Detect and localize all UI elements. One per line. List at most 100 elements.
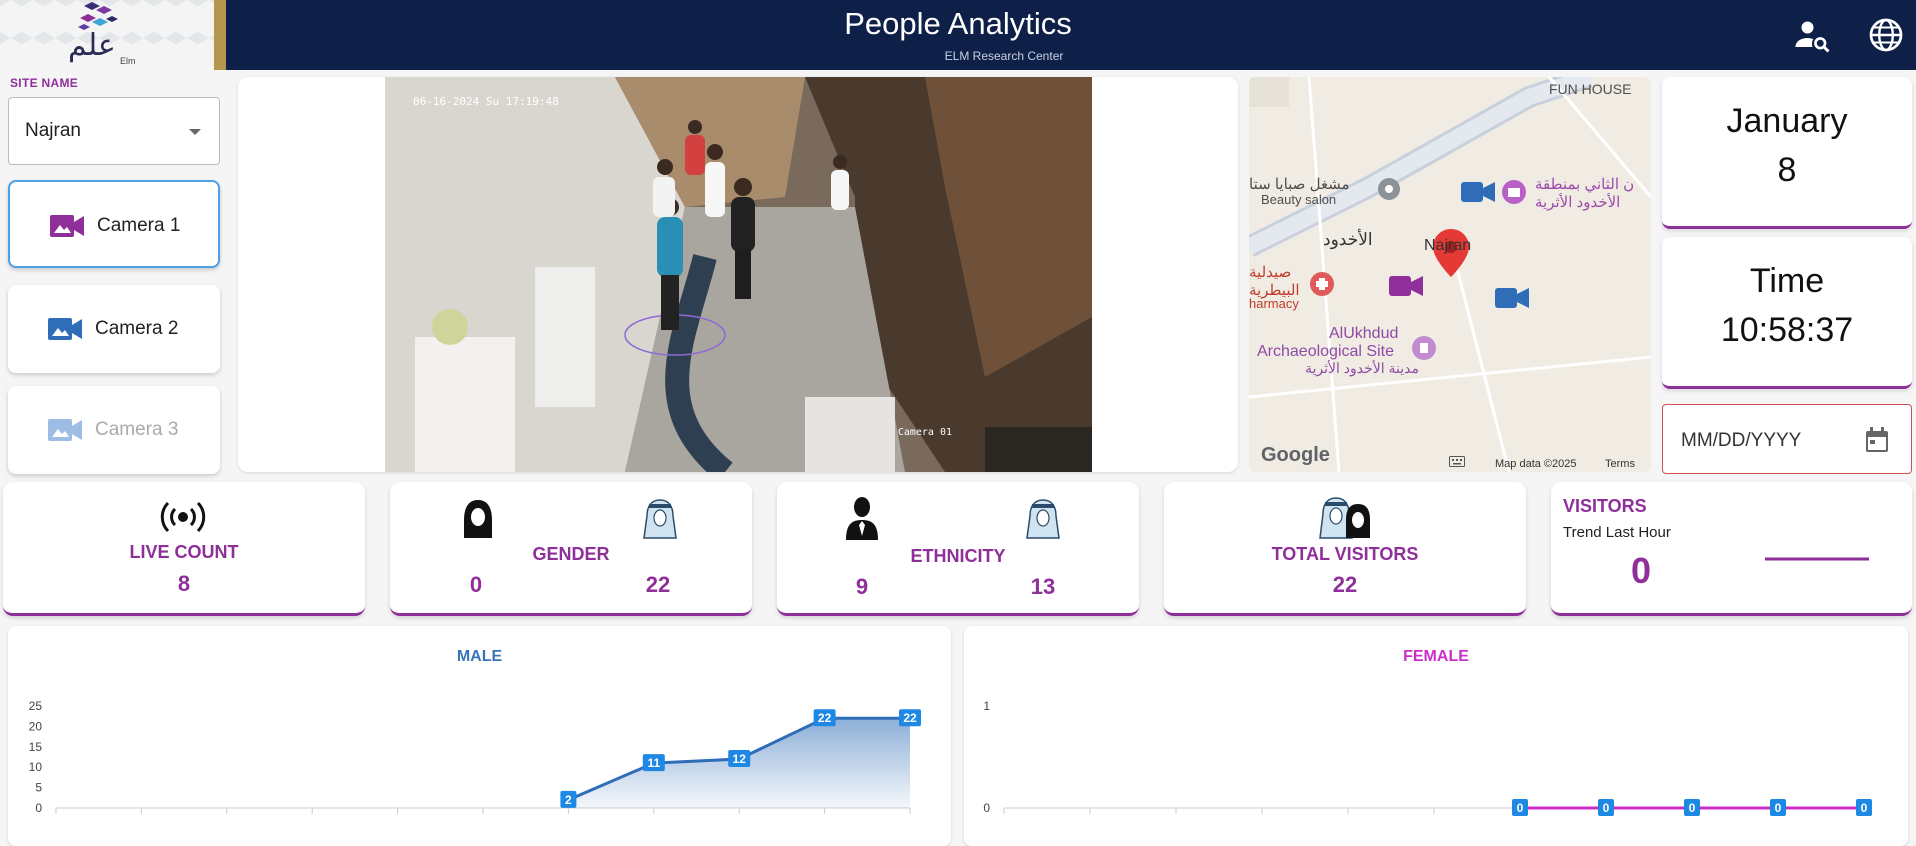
male-ghutra-avatar-icon [643,499,677,539]
camera-1-label: Camera 1 [97,215,181,236]
map-label-beauty: Beauty salon [1261,192,1337,207]
video-timestamp: 06-16-2024 Su 17:19:48 [413,95,559,108]
map-museum-icon [1502,180,1526,204]
google-logo: Google [1261,444,1330,466]
live-count-label: LIVE COUNT [129,542,239,562]
y-tick-label: 5 [35,781,42,795]
gender-card: GENDER 0 22 [390,482,752,616]
data-label: 12 [733,752,747,766]
camera-2-label: Camera 2 [95,318,179,339]
camera-2-button[interactable]: Camera 2 [8,285,220,373]
data-label: 2 [565,793,572,807]
page-title: People Analytics [844,6,1072,41]
data-label: 0 [1775,801,1782,815]
date-picker-input[interactable]: MM/DD/YYYY [1662,404,1912,474]
gender-female-value: 0 [469,572,483,597]
date-card: January 8 [1662,77,1912,229]
y-tick-label: 10 [29,760,43,774]
female-chart-card: FEMALE 0100000 [964,626,1908,846]
data-label: 0 [1603,801,1610,815]
time-value: 10:58:37 [1720,311,1854,349]
male-chart: 0 5 10 15 20 25 2 11 12 22 22 [29,699,921,815]
date-month: January [1726,102,1848,140]
live-count-value: 8 [177,571,191,596]
map-label-site-ar: مدينة الأخدود الأثرية [1305,360,1420,376]
data-label: 22 [818,711,832,725]
map-label-site2: Archaeological Site [1257,343,1394,360]
map-label-poi-ar2: الأخدود الأثرية [1535,194,1621,211]
keyboard-icon[interactable] [1449,456,1465,467]
total-visitors-value: 22 [1332,572,1358,597]
logo-panel: علم Elm [0,0,214,70]
map-label-poi-ar1: ن الثاني بمنطقة [1535,176,1635,193]
map-camera-marker-icon[interactable] [1495,287,1529,309]
y-tick-label: 0 [983,801,990,815]
app-header: People Analytics ELM Research Center [0,0,1916,70]
male-ghutra-avatar-icon [1026,499,1060,539]
map-label-site1: AlUkhdud [1329,325,1399,342]
site-name-label: SITE NAME [10,76,79,90]
visitors-sparkline [1765,557,1869,561]
video-scene [385,77,1092,472]
y-tick-label: 25 [29,699,43,713]
gender-label: GENDER [532,544,610,564]
y-tick-label: 20 [29,719,43,733]
chevron-down-icon [189,129,201,135]
live-count-card: LIVE COUNT 8 [3,482,365,616]
time-label: Time [1749,262,1825,300]
data-label: 22 [903,711,917,725]
ethnicity-group-b-value: 13 [1030,574,1056,599]
map-label-fun-house: FUN HOUSE [1549,81,1632,97]
visitors-trend-sublabel: Trend Last Hour [1563,524,1671,541]
visitors-group-icon [1319,497,1370,539]
language-globe-icon[interactable] [1868,17,1904,53]
time-card: Time 10:58:37 [1662,237,1912,389]
y-tick-label: 15 [29,740,43,754]
total-visitors-card: TOTAL VISITORS 22 [1164,482,1526,616]
camera-video-feed[interactable]: 06-16-2024 Su 17:19:48 Camera 01 [385,77,1092,472]
logo-divider [214,0,226,70]
map-camera-marker-icon[interactable] [1461,181,1495,203]
date-picker-placeholder: MM/DD/YYYY [1681,430,1802,451]
visitors-trend-card: VISITORS Trend Last Hour 0 [1551,482,1912,616]
data-label: 0 [1689,801,1696,815]
site-select[interactable]: Najran [8,97,220,165]
date-day: 8 [1777,151,1797,189]
ethnicity-label: ETHNICITY [910,546,1006,566]
data-label: 0 [1517,801,1524,815]
y-tick-label: 0 [35,801,42,815]
map-label-beauty-ar: مشغل صبايا ستا [1249,176,1350,193]
user-search-icon[interactable] [1794,17,1830,53]
data-label: 11 [647,756,660,770]
elm-logo: علم Elm [62,0,142,68]
camera-1-button[interactable]: Camera 1 [8,180,220,268]
calendar-icon[interactable] [1865,427,1889,453]
visitors-trend-label: VISITORS [1563,496,1647,516]
female-chart: 0 1 0 0 0 0 0 [983,699,1872,816]
map-poi-pin-icon [1378,178,1400,200]
map-terms-link[interactable]: Terms [1605,458,1635,470]
total-visitors-label: TOTAL VISITORS [1271,544,1419,564]
ethnicity-card: ETHNICITY 9 13 [777,482,1139,616]
site-map[interactable]: FUN HOUSE مشغل صبايا ستا Beauty salon ن … [1249,77,1651,472]
video-camera-icon [48,419,82,441]
map-label-pharmacy: harmacy [1249,296,1299,311]
female-avatar-icon [464,500,492,538]
video-camera-icon [48,318,82,340]
video-camera-label: Camera 01 [897,427,952,438]
broadcast-signal-icon [160,501,206,533]
visitors-trend-value: 0 [1630,550,1652,591]
map-landmark-icon [1412,336,1436,360]
camera-3-label: Camera 3 [95,419,179,440]
logo-arabic-text: علم [68,28,116,63]
map-camera-marker-icon[interactable] [1389,275,1423,297]
camera-3-button[interactable]: Camera 3 [8,386,220,474]
video-camera-icon [50,215,84,237]
logo-latin-text: Elm [120,56,136,66]
map-data-attribution: Map data ©2025 [1495,458,1577,470]
data-label: 0 [1861,801,1868,815]
map-pharmacy-icon [1310,272,1334,296]
suited-person-icon [846,497,878,540]
map-label-najran: Najran [1424,237,1472,254]
map-label-area-ar: الأخدود [1323,230,1373,249]
